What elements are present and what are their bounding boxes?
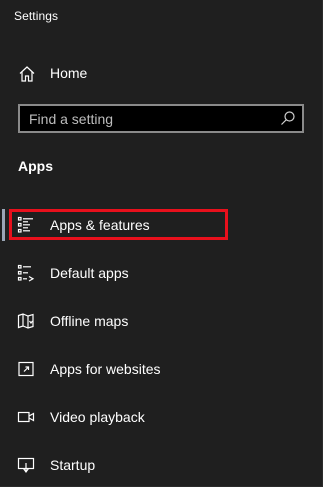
search-box[interactable] [18, 104, 304, 133]
nav-item-label: Apps for websites [50, 361, 161, 377]
selection-indicator [2, 209, 5, 241]
nav-item-default-apps[interactable]: Default apps [0, 253, 323, 293]
section-title: Apps [18, 158, 53, 174]
default-apps-icon [17, 264, 35, 282]
search-icon[interactable] [280, 110, 296, 126]
nav-home-label: Home [50, 65, 88, 81]
video-icon [17, 408, 35, 426]
nav-item-apps-for-websites[interactable]: Apps for websites [0, 349, 323, 389]
nav-item-startup[interactable]: Startup [0, 445, 323, 485]
nav-item-label: Offline maps [50, 313, 129, 329]
apps-for-websites-icon [17, 360, 35, 378]
settings-window: Settings Home Apps [0, 0, 323, 487]
nav-item-label: Video playback [50, 409, 145, 425]
apps-features-icon [17, 216, 35, 234]
nav-item-apps-features[interactable]: Apps & features [0, 205, 323, 245]
map-icon [17, 312, 35, 330]
nav-item-offline-maps[interactable]: Offline maps [0, 301, 323, 341]
startup-icon [17, 456, 35, 474]
nav-item-label: Apps & features [50, 217, 150, 233]
nav-item-video-playback[interactable]: Video playback [0, 397, 323, 437]
nav-item-label: Default apps [50, 265, 129, 281]
window-title: Settings [14, 9, 59, 23]
home-icon [18, 65, 36, 83]
search-input[interactable] [20, 106, 270, 131]
nav-item-label: Startup [50, 457, 96, 473]
nav-home[interactable]: Home [0, 58, 323, 90]
